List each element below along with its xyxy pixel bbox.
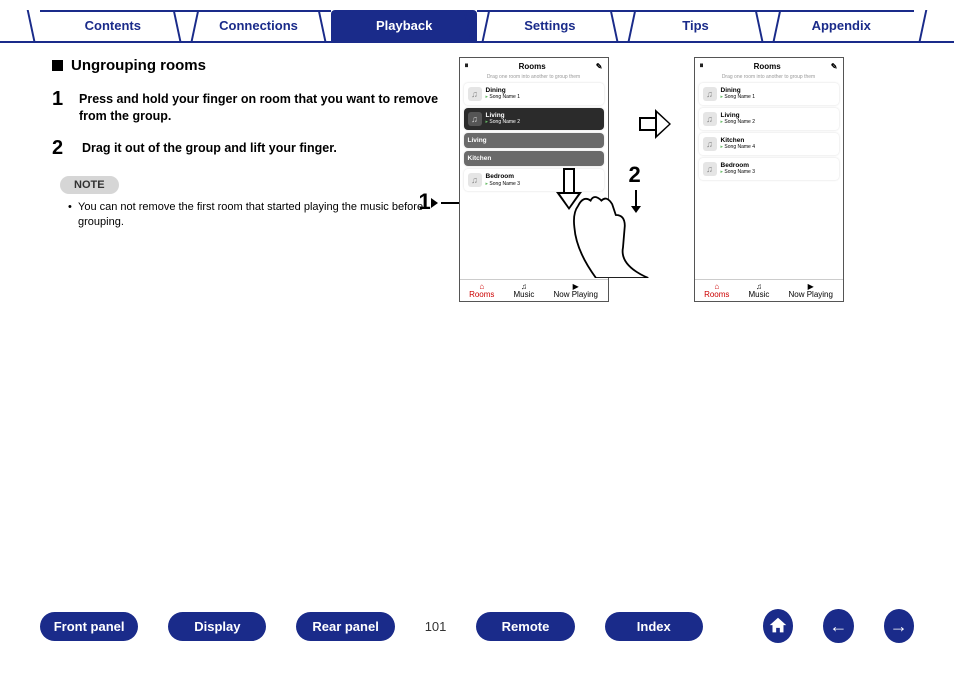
music-icon: ♫: [468, 87, 482, 101]
room-row: ♫LivingSong Name 2: [699, 108, 839, 130]
note-item: You can not remove the first room that s…: [68, 200, 449, 231]
music-icon: ♫: [703, 137, 717, 151]
pause-icon: ⏸: [465, 61, 469, 71]
room-row: Living: [464, 133, 604, 148]
music-icon: ♫: [703, 87, 717, 101]
pause-icon: ⏸: [700, 61, 704, 71]
edit-icon: ✎: [831, 62, 838, 71]
step-1: 1 Press and hold your finger on room tha…: [52, 88, 449, 125]
top-tabs: Contents Connections Playback Settings T…: [0, 0, 954, 43]
front-panel-button[interactable]: Front panel: [40, 612, 138, 641]
section-marker-icon: [52, 60, 63, 71]
finger-illustration: [560, 188, 650, 278]
footer-rooms: ⌂Rooms: [704, 283, 729, 299]
footer-nowplaying: ▶Now Playing: [788, 283, 832, 299]
home-icon: [767, 615, 789, 637]
remote-button[interactable]: Remote: [476, 612, 574, 641]
footer-music: ♫Music: [514, 283, 535, 299]
phone-title: Rooms: [754, 62, 781, 71]
display-button[interactable]: Display: [168, 612, 266, 641]
phone-subtitle: Drag one room into another to group them: [460, 74, 608, 83]
tab-playback[interactable]: Playback: [331, 10, 477, 41]
room-row: ♫BedroomSong Name 3: [699, 158, 839, 180]
next-page-button[interactable]: →: [884, 609, 914, 643]
phone-screen-before: ⏸ Rooms ✎ Drag one room into another to gr…: [459, 57, 609, 302]
music-icon: ♫: [468, 173, 482, 187]
room-row: ♫DiningSong Name 1: [464, 83, 604, 105]
step-number: 1: [52, 88, 65, 125]
music-icon: ♫: [468, 112, 482, 126]
step-2: 2 Drag it out of the group and lift your…: [52, 137, 449, 160]
footer-nowplaying: ▶Now Playing: [553, 283, 597, 299]
phone-subtitle: Drag one room into another to group them: [695, 74, 843, 83]
tab-appendix[interactable]: Appendix: [768, 10, 914, 41]
room-row: Kitchen: [464, 151, 604, 166]
edit-icon: ✎: [596, 62, 603, 71]
room-row: ♫LivingSong Name 2: [464, 108, 604, 130]
footer-rooms: ⌂Rooms: [469, 283, 494, 299]
music-icon: ♫: [703, 162, 717, 176]
tab-settings[interactable]: Settings: [477, 10, 623, 41]
prev-page-button[interactable]: ←: [823, 609, 853, 643]
callout-label-1: 1: [419, 189, 459, 215]
room-row: ♫DiningSong Name 1: [699, 83, 839, 105]
step-number: 2: [52, 137, 68, 160]
phone-footer: ⌂Rooms ♫Music ▶Now Playing: [695, 279, 843, 301]
tab-connections[interactable]: Connections: [186, 10, 332, 41]
phone-footer: ⌂Rooms ♫Music ▶Now Playing: [460, 279, 608, 301]
room-row: ♫KitchenSong Name 4: [699, 133, 839, 155]
rear-panel-button[interactable]: Rear panel: [296, 612, 394, 641]
home-button[interactable]: [763, 609, 793, 643]
tab-tips[interactable]: Tips: [623, 10, 769, 41]
phone-title: Rooms: [519, 62, 546, 71]
footer-music: ♫Music: [749, 283, 770, 299]
step-text: Press and hold your finger on room that …: [79, 88, 449, 125]
page-number: 101: [425, 619, 447, 634]
note-badge: NOTE: [60, 176, 119, 194]
section-title: Ungrouping rooms: [71, 57, 206, 74]
arrow-left-icon: ←: [829, 616, 847, 637]
step-text: Drag it out of the group and lift your f…: [82, 137, 337, 160]
index-button[interactable]: Index: [605, 612, 703, 641]
arrow-right-icon: →: [890, 616, 908, 637]
bottom-nav: Front panel Display Rear panel 101 Remot…: [0, 609, 954, 643]
flow-arrow-icon: [639, 109, 673, 139]
music-icon: ♫: [703, 112, 717, 126]
tab-contents[interactable]: Contents: [40, 10, 186, 41]
phone-screen-after: ⏸ Rooms ✎ Drag one room into another to gr…: [694, 57, 844, 302]
